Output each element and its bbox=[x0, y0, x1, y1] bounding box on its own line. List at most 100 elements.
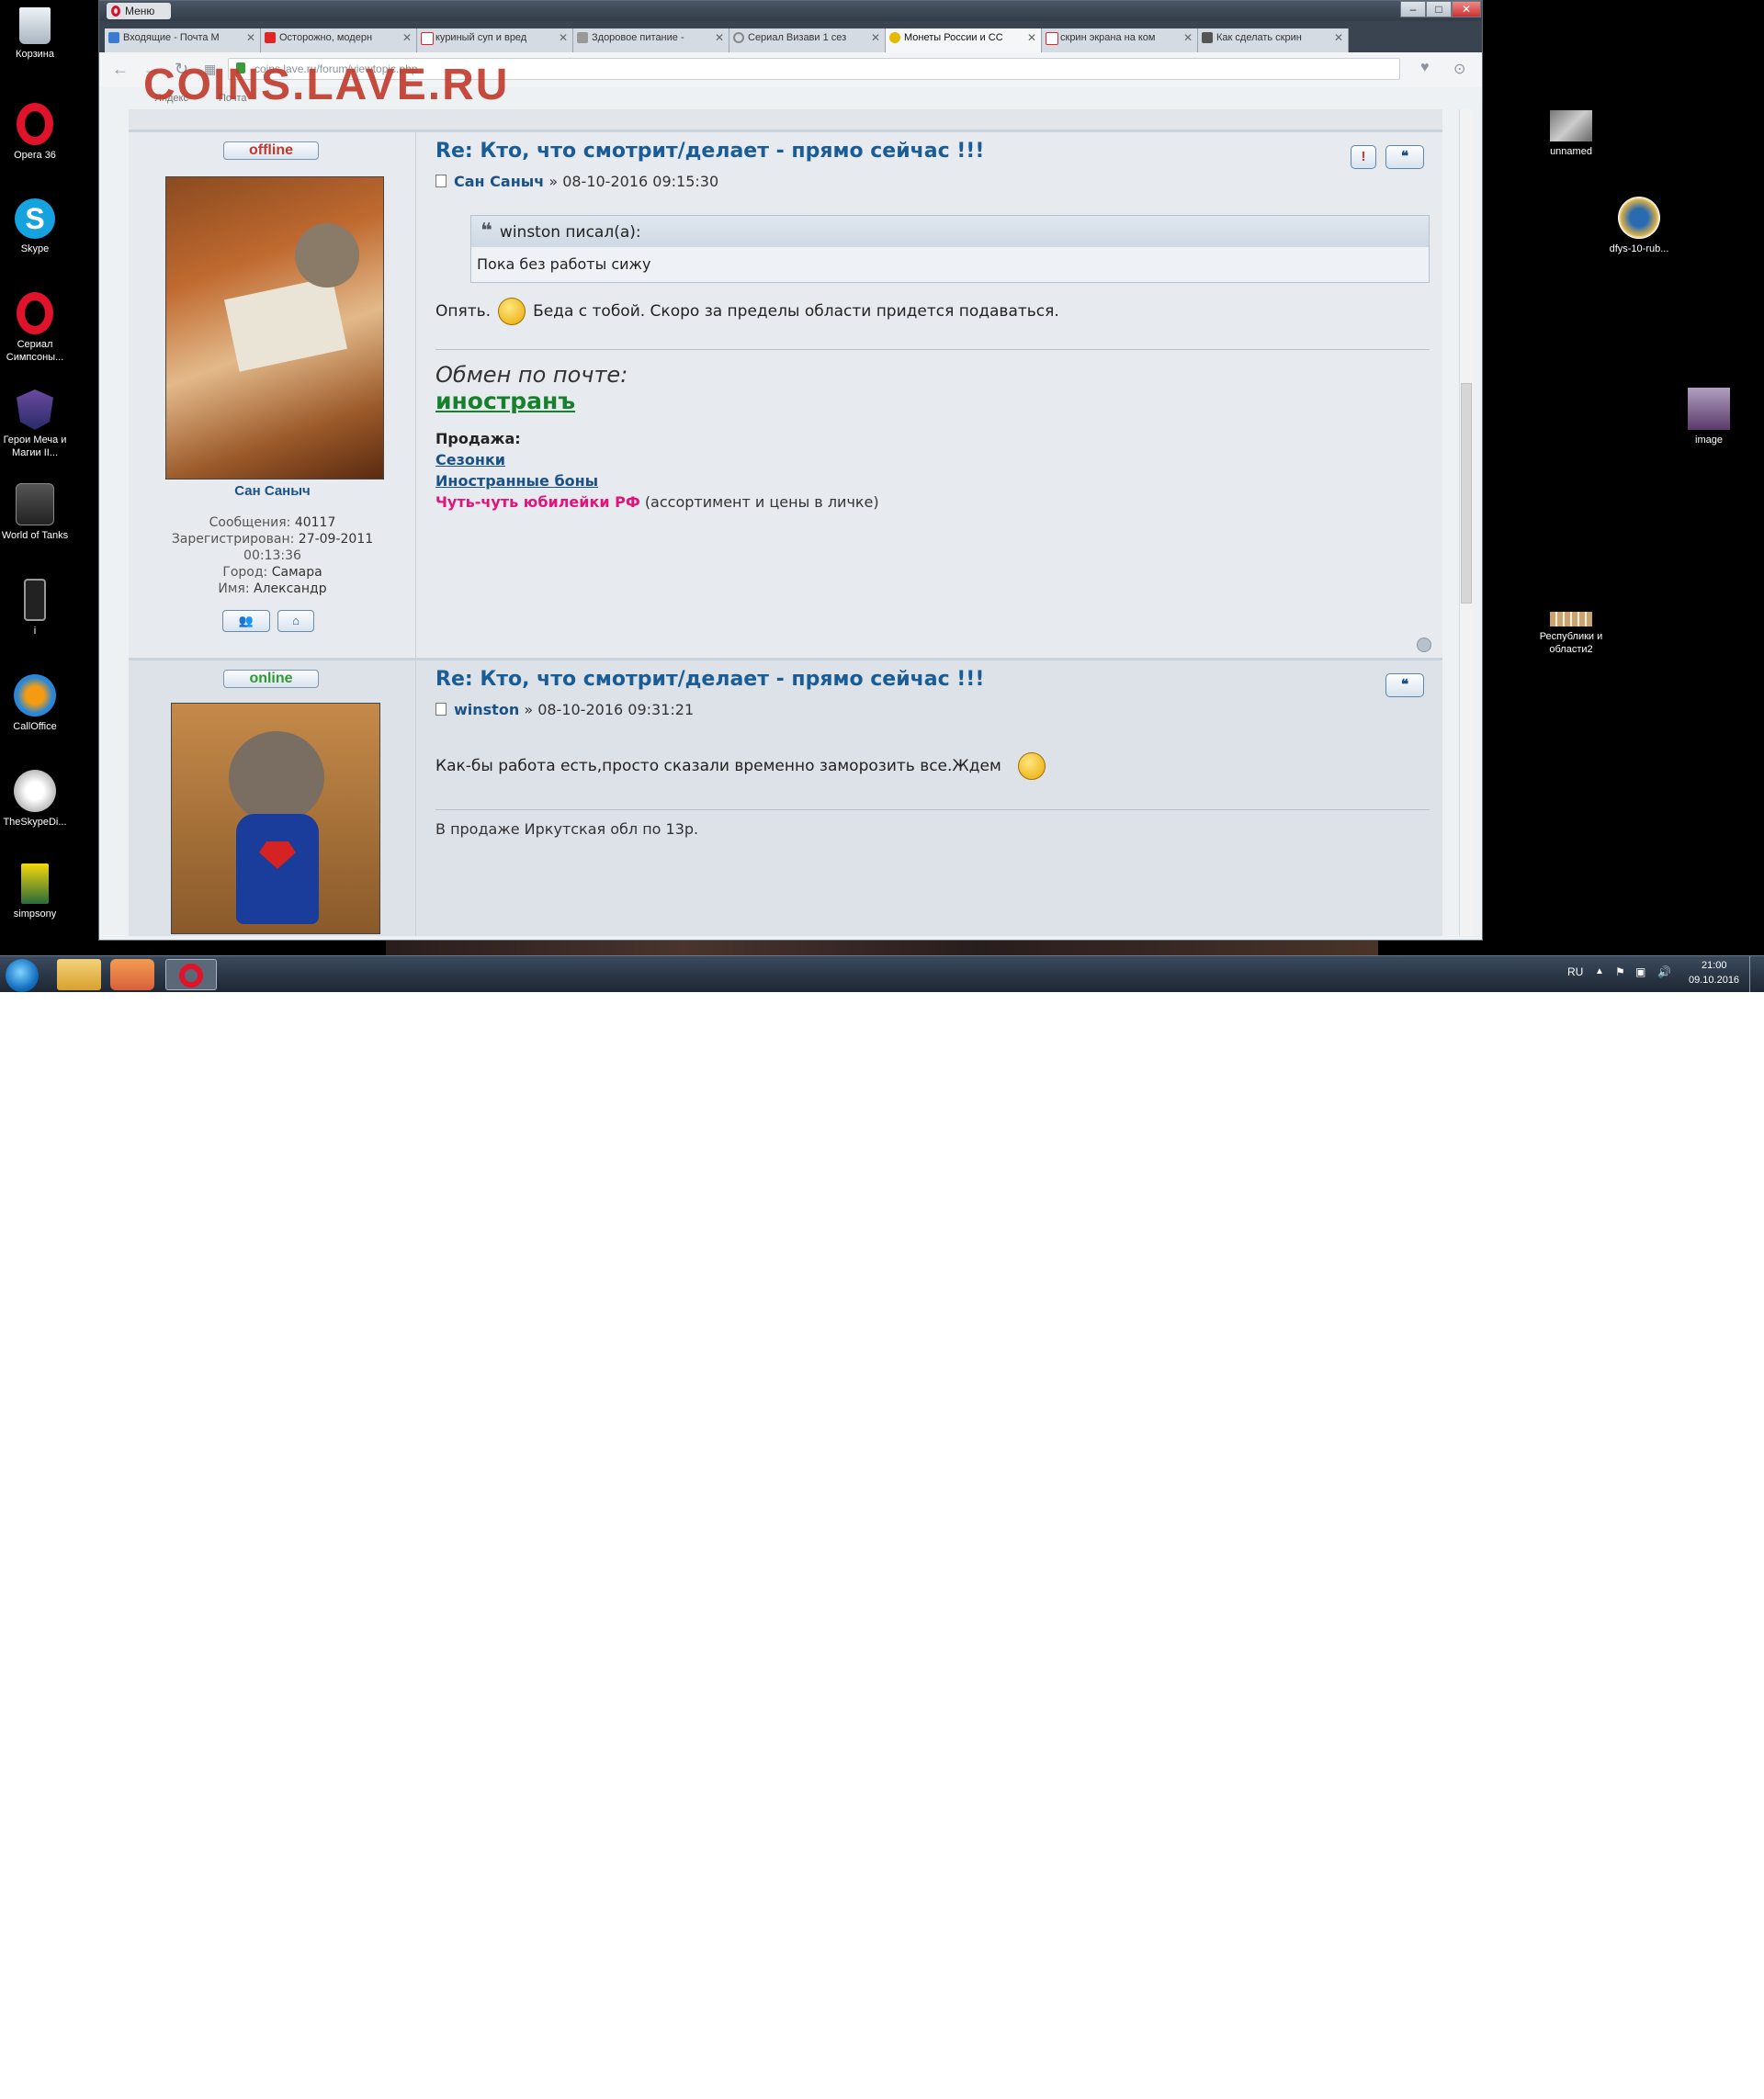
minimize-button[interactable]: – bbox=[1400, 1, 1426, 17]
page-scrollbar[interactable] bbox=[1459, 109, 1473, 936]
desktop-icon-opera[interactable]: Opera 36 bbox=[0, 103, 72, 162]
avatar-costume bbox=[236, 814, 319, 924]
post-meta: Сан Саныч » 08-10-2016 09:15:30 bbox=[435, 173, 718, 190]
user-profile-panel: offline Сан Саныч Сообщения: 40117 Зарег… bbox=[129, 132, 416, 658]
skype-icon: S bbox=[15, 198, 55, 239]
clock-date[interactable]: 09.10.2016 bbox=[1689, 975, 1739, 986]
smiley-icon bbox=[498, 298, 526, 325]
post-icon bbox=[435, 703, 447, 716]
signature-jubilee-line: Чуть-чуть юбилейки РФ (ассортимент и цен… bbox=[435, 493, 879, 511]
avatar bbox=[165, 176, 384, 480]
site-watermark: COINS.LAVE.RU bbox=[143, 61, 510, 109]
post-text: Как-бы работа есть,просто сказали времен… bbox=[435, 752, 1053, 780]
close-tab-icon[interactable]: ✕ bbox=[1183, 28, 1193, 47]
post-author[interactable]: winston bbox=[454, 701, 519, 718]
maximize-button[interactable]: □ bbox=[1426, 1, 1452, 17]
simpsons-icon bbox=[21, 863, 49, 904]
close-tab-icon[interactable]: ✕ bbox=[715, 28, 724, 47]
image-thumbnail-icon bbox=[1688, 388, 1730, 430]
volume-icon[interactable]: 🔊 bbox=[1657, 965, 1671, 978]
quote-reply-button[interactable]: ❝ bbox=[1385, 673, 1424, 697]
close-tab-icon[interactable]: ✕ bbox=[1027, 28, 1036, 47]
desktop-icon-phone[interactable]: i bbox=[0, 579, 72, 638]
download-icon[interactable]: ⊙ bbox=[1453, 60, 1465, 78]
profile-buttons: 👥 ⌂ bbox=[222, 610, 323, 632]
opera-menu-button[interactable]: Меню bbox=[107, 3, 171, 19]
recycle-bin-icon bbox=[19, 7, 51, 44]
avatar-newspaper bbox=[223, 276, 348, 372]
user-profile-panel: online bbox=[129, 660, 416, 936]
status-badge: offline bbox=[223, 141, 319, 160]
quote-reply-button[interactable]: ❝ bbox=[1385, 145, 1424, 169]
opera-icon bbox=[17, 103, 53, 145]
user-registered-time: 00:13:36 bbox=[243, 548, 301, 563]
system-tray: RU ▲ ⚑ ▣ 🔊 21:00 09.10.2016 bbox=[1562, 956, 1764, 992]
desktop-icon-skype-dialer[interactable]: TheSkypeDi... bbox=[0, 770, 72, 829]
website-button[interactable]: ⌂ bbox=[277, 610, 314, 632]
desktop-icon-simpsons-series[interactable]: Сериал Симпсоны... bbox=[0, 292, 72, 364]
network-icon[interactable]: ▣ bbox=[1635, 965, 1645, 978]
yandex-icon bbox=[421, 32, 434, 45]
back-arrow-icon[interactable]: ← bbox=[112, 60, 129, 79]
signature-exchange: Обмен по почте: bbox=[435, 362, 628, 388]
clock-time[interactable]: 21:00 bbox=[1702, 960, 1727, 971]
desktop-icon-coin[interactable]: dfys-10-rub... bbox=[1602, 197, 1676, 255]
post-icon bbox=[435, 175, 447, 187]
show-desktop-button[interactable] bbox=[1749, 956, 1761, 992]
post-author[interactable]: Сан Саныч bbox=[454, 173, 544, 190]
close-tab-icon[interactable]: ✕ bbox=[246, 28, 255, 47]
username[interactable]: Сан Саныч bbox=[129, 483, 416, 499]
user-messages: Сообщения: 40117 bbox=[209, 515, 336, 530]
desktop-icon-republics[interactable]: Республики и области2 bbox=[1534, 597, 1608, 656]
signature-foreign-link: иностранъ bbox=[435, 388, 576, 414]
user-name: Имя: Александр bbox=[218, 581, 327, 596]
mail-icon bbox=[108, 32, 119, 43]
start-button[interactable] bbox=[6, 959, 39, 992]
scrollbar-thumb[interactable] bbox=[1461, 383, 1472, 604]
avatar bbox=[171, 703, 380, 934]
image-thumbnail-icon bbox=[1550, 110, 1592, 141]
forum-post: offline Сан Саныч Сообщения: 40117 Зарег… bbox=[129, 130, 1442, 658]
desktop-icon-image[interactable]: image bbox=[1672, 388, 1746, 446]
screen-icon bbox=[1202, 32, 1213, 43]
desktop-icon-world-of-tanks[interactable]: World of Tanks bbox=[0, 483, 72, 542]
opera-icon bbox=[179, 964, 203, 987]
desktop-icon-unnamed[interactable]: unnamed bbox=[1534, 110, 1608, 158]
media-player-taskbar-icon[interactable] bbox=[110, 959, 154, 990]
smiley-icon bbox=[1017, 752, 1046, 780]
desktop-icon-simpsony[interactable]: simpsony bbox=[0, 863, 72, 920]
tray-expand-icon[interactable]: ▲ bbox=[1595, 966, 1604, 976]
signature-text: В продаже Иркутская обл по 13р. bbox=[435, 820, 699, 838]
post-title[interactable]: Re: Кто, что смотрит/делает - прямо сейч… bbox=[435, 140, 984, 163]
desktop-icon-skype[interactable]: S Skype bbox=[0, 198, 72, 255]
user-city: Город: Самара bbox=[222, 565, 322, 580]
spoon-icon bbox=[577, 32, 588, 43]
desktop-icon-recycle-bin[interactable]: Корзина bbox=[0, 7, 72, 61]
report-icon[interactable]: ! bbox=[1351, 145, 1376, 169]
language-indicator[interactable]: RU bbox=[1567, 965, 1583, 978]
heart-bookmark-icon[interactable]: ♥ bbox=[1420, 60, 1430, 76]
quote-text: Пока без работы сижу bbox=[477, 255, 651, 273]
post-title[interactable]: Re: Кто, что смотрит/делает - прямо сейч… bbox=[435, 668, 984, 691]
desktop-icon-calloffice[interactable]: CallOffice bbox=[0, 674, 72, 733]
friends-button[interactable]: 👥 bbox=[222, 610, 270, 632]
close-tab-icon[interactable]: ✕ bbox=[559, 28, 568, 47]
windows-taskbar: RU ▲ ⚑ ▣ 🔊 21:00 09.10.2016 bbox=[0, 955, 1764, 992]
forum-page: offline Сан Саныч Сообщения: 40117 Зарег… bbox=[129, 109, 1442, 936]
avatar-cat bbox=[295, 223, 359, 288]
desktop-icon-heroes[interactable]: Герои Меча и Магии II... bbox=[0, 389, 72, 459]
close-window-button[interactable]: ✕ bbox=[1452, 1, 1481, 17]
flag-icon[interactable]: ⚑ bbox=[1615, 965, 1625, 978]
opera-icon bbox=[17, 292, 53, 334]
coins-thumbnail-icon bbox=[1550, 612, 1592, 626]
back-to-top-icon[interactable] bbox=[1417, 638, 1431, 652]
close-tab-icon[interactable]: ✕ bbox=[871, 28, 880, 47]
close-tab-icon[interactable]: ✕ bbox=[402, 28, 412, 47]
post-meta: winston » 08-10-2016 09:31:21 bbox=[435, 701, 694, 718]
opera-taskbar-button[interactable] bbox=[165, 959, 217, 990]
close-tab-icon[interactable]: ✕ bbox=[1334, 28, 1343, 47]
signature-seasonal-link: Сезонки bbox=[435, 451, 506, 468]
explorer-taskbar-icon[interactable] bbox=[57, 959, 101, 990]
heroes-icon bbox=[17, 389, 53, 430]
youtube-icon bbox=[265, 32, 276, 43]
